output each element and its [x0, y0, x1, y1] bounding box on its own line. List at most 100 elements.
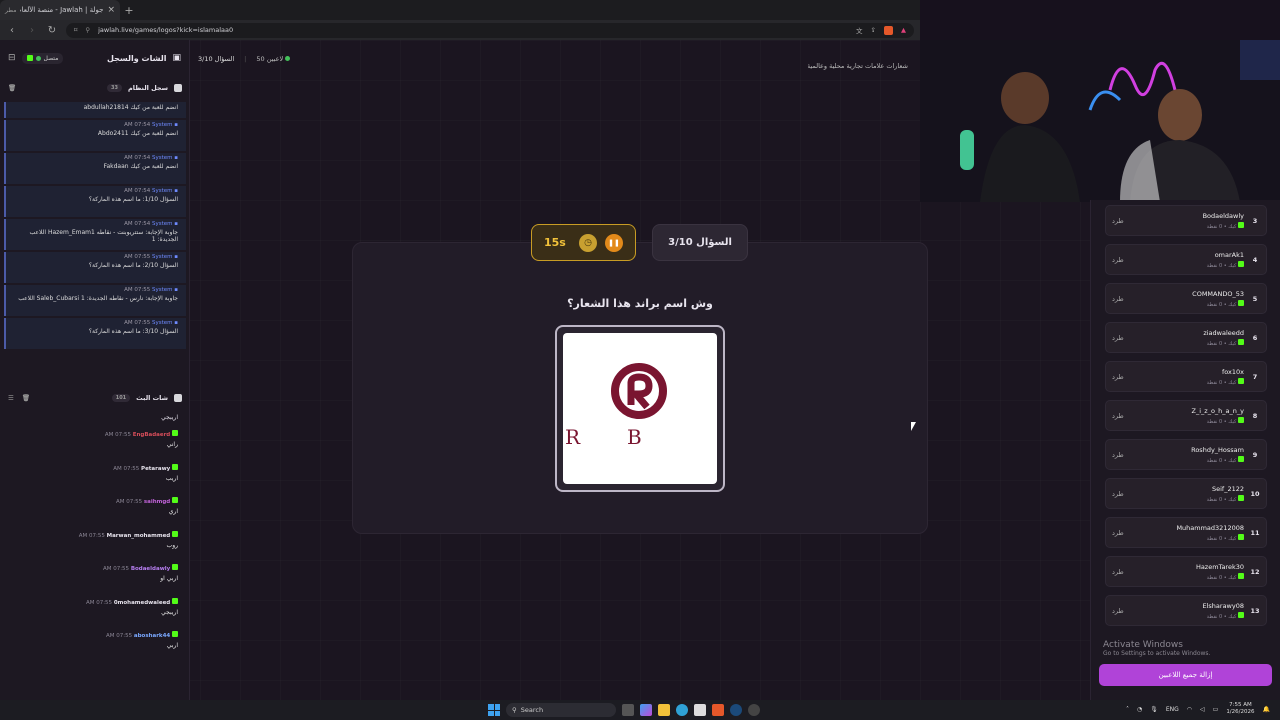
url-text: jawlah.live/games/logos?kick=islamalaa0	[98, 26, 234, 34]
system-icon: ▪	[174, 155, 178, 161]
points-label: كيك • 0 نقطة	[1206, 535, 1237, 542]
forward-icon[interactable]: ›	[26, 25, 38, 36]
remove-all-players-button[interactable]: إزالة جميع اللاعبين	[1099, 664, 1272, 686]
activate-windows-watermark: Activate Windows Go to Settings to activ…	[1103, 640, 1210, 657]
players-online-label: 50 لاعبين	[256, 55, 284, 63]
kick-player-button[interactable]: طرد	[1112, 451, 1142, 459]
brave-shield-icon[interactable]	[884, 25, 893, 35]
chat-username[interactable]: Petarawy	[141, 466, 170, 472]
steam-icon[interactable]	[730, 704, 742, 716]
logo-emblem	[611, 363, 667, 419]
stream-chat-header: ☰ 🗑 101 شات البث	[0, 390, 190, 406]
system-tray: ˄ ◔ 🎙 ENG ◠ ◁ ▭ 7:55 AM 1/26/2026 🔔	[1126, 702, 1270, 716]
address-bar[interactable]: ⌑ ⚲ jawlah.live/games/logos?kick=islamal…	[66, 22, 914, 38]
online-dot	[285, 56, 291, 61]
chat-time: AM 07:55	[78, 532, 105, 539]
chat-username[interactable]: Bodaeldawly	[131, 566, 170, 572]
chat-text: اريبجي	[161, 414, 178, 421]
chat-username[interactable]: Marwan_mohammed	[107, 533, 171, 539]
pause-button[interactable]: ❚❚	[605, 233, 623, 252]
close-tab-icon[interactable]: ×	[107, 5, 115, 15]
edge-icon[interactable]	[676, 704, 688, 716]
back-icon[interactable]: ‹	[6, 25, 18, 36]
chat-username[interactable]: saihmgd	[144, 499, 170, 505]
kick-player-button[interactable]: طرد	[1112, 412, 1142, 420]
points-label: كيك • 0 نقطة	[1206, 262, 1237, 269]
webcam-overlay	[920, 40, 1280, 202]
browser-tabbar: × جولة | Jawlah - منصة الألعاب التف... م…	[0, 0, 920, 20]
search-icon: ⚲	[512, 706, 517, 714]
obs-icon[interactable]	[748, 704, 760, 716]
logo-letter-b: B	[627, 425, 642, 449]
player-points: كيك • 0 نقطة	[1142, 416, 1244, 425]
chat-username[interactable]: 0mohamedwaleed	[114, 600, 170, 606]
trash-icon[interactable]: 🗑	[22, 394, 30, 402]
kick-player-button[interactable]: طرد	[1112, 607, 1142, 615]
translate-icon[interactable]: 文	[856, 25, 863, 35]
brave-rewards-icon[interactable]: ▲	[901, 26, 906, 34]
chat-text: اربي او	[160, 575, 178, 582]
chat-text: راني	[166, 441, 178, 448]
filter-icon[interactable]: ☰	[8, 394, 14, 402]
kick-icon	[1238, 611, 1244, 618]
kick-player-button[interactable]: طرد	[1112, 568, 1142, 576]
chat-message: AM 07:55 Petarawy اريب	[0, 462, 190, 496]
taskbar-clock[interactable]: 7:55 AM 1/26/2026	[1226, 702, 1254, 716]
log-text: Fakdaan انضم للعبة من كيك	[103, 163, 178, 170]
logo-frame: R B	[555, 325, 725, 492]
leaderboard-row: طرد Elsharawy08 كيك • 0 نقطة 13	[1105, 595, 1267, 626]
notification-bell-icon[interactable]: 🔔	[1263, 706, 1270, 713]
bookmark-icon[interactable]: ⌑	[74, 26, 77, 34]
kick-player-button[interactable]: طرد	[1112, 373, 1142, 381]
task-view-icon[interactable]	[622, 704, 634, 716]
stream-chat-list[interactable]: اريبجي AM 07:55 EngBadaerd راني AM 07:55 …	[0, 410, 190, 700]
kick-icon	[172, 597, 178, 604]
brave-icon[interactable]	[712, 704, 724, 716]
chat-username[interactable]: EngBadaerd	[133, 432, 171, 438]
player-info: omarAk1 كيك • 0 نقطة	[1142, 251, 1250, 269]
log-sender: System	[152, 254, 173, 260]
trash-icon[interactable]: 🗑	[8, 84, 16, 92]
kick-player-button[interactable]: طرد	[1112, 529, 1142, 537]
language-indicator[interactable]: ENG	[1166, 706, 1179, 713]
kick-player-button[interactable]: طرد	[1112, 295, 1142, 303]
browser-tab[interactable]: × جولة | Jawlah - منصة الألعاب التف... م…	[0, 0, 120, 20]
taskbar-search[interactable]: ⚲ Search	[506, 703, 616, 717]
log-sender: System	[152, 320, 173, 326]
battery-icon[interactable]: ▭	[1213, 706, 1219, 713]
points-label: كيك • 0 نقطة	[1206, 379, 1237, 386]
network-icon[interactable]: ◔	[1137, 706, 1142, 713]
leaderboard-panel[interactable]: طرد Bodaeldawly كيك • 0 نقطة 3 طرد omarAk1 كي…	[1090, 200, 1280, 700]
volume-icon[interactable]: ◁	[1200, 706, 1205, 713]
store-icon[interactable]	[694, 704, 706, 716]
wifi-icon[interactable]: ◠	[1187, 706, 1192, 713]
kick-player-button[interactable]: طرد	[1112, 334, 1142, 342]
windows-start-icon[interactable]	[488, 704, 500, 716]
reload-icon[interactable]: ↻	[46, 25, 58, 36]
mic-icon[interactable]: 🎙	[1150, 706, 1158, 713]
tab-title: جولة | Jawlah - منصة الألعاب التف...	[20, 6, 104, 14]
site-info-icon[interactable]: ⚲	[85, 26, 90, 34]
chevron-up-icon[interactable]: ˄	[1126, 706, 1129, 713]
players-online: 50 لاعبين	[256, 55, 291, 63]
activate-subtitle: Go to Settings to activate Windows.	[1103, 650, 1211, 657]
copilot-icon[interactable]	[640, 704, 652, 716]
log-sender: System	[152, 188, 173, 194]
kick-icon	[1238, 572, 1244, 579]
system-log-entry: AM 07:54 System ▪ Abdo2411 انضم للعبة من …	[4, 120, 186, 151]
file-explorer-icon[interactable]	[658, 704, 670, 716]
share-icon[interactable]: ⇪	[871, 26, 876, 34]
chat-username[interactable]: aboshark44	[134, 633, 170, 639]
system-log-list[interactable]: abdullah21814 انضم للعبة من كيك AM 07:54…	[4, 100, 186, 376]
kick-icon	[172, 530, 178, 537]
new-tab-button[interactable]: +	[120, 4, 138, 17]
chat-text: اربي	[166, 642, 178, 649]
collapse-panel-icon[interactable]: ⊟	[8, 53, 16, 63]
system-log-title: سجل النظام	[128, 84, 168, 92]
question-counter-small: السؤال 3/10	[198, 55, 235, 63]
kick-player-button[interactable]: طرد	[1112, 217, 1142, 225]
kick-player-button[interactable]: طرد	[1112, 490, 1142, 498]
player-points: كيك • 0 نقطة	[1142, 221, 1244, 230]
kick-player-button[interactable]: طرد	[1112, 256, 1142, 264]
points-label: كيك • 0 نقطة	[1206, 301, 1237, 308]
